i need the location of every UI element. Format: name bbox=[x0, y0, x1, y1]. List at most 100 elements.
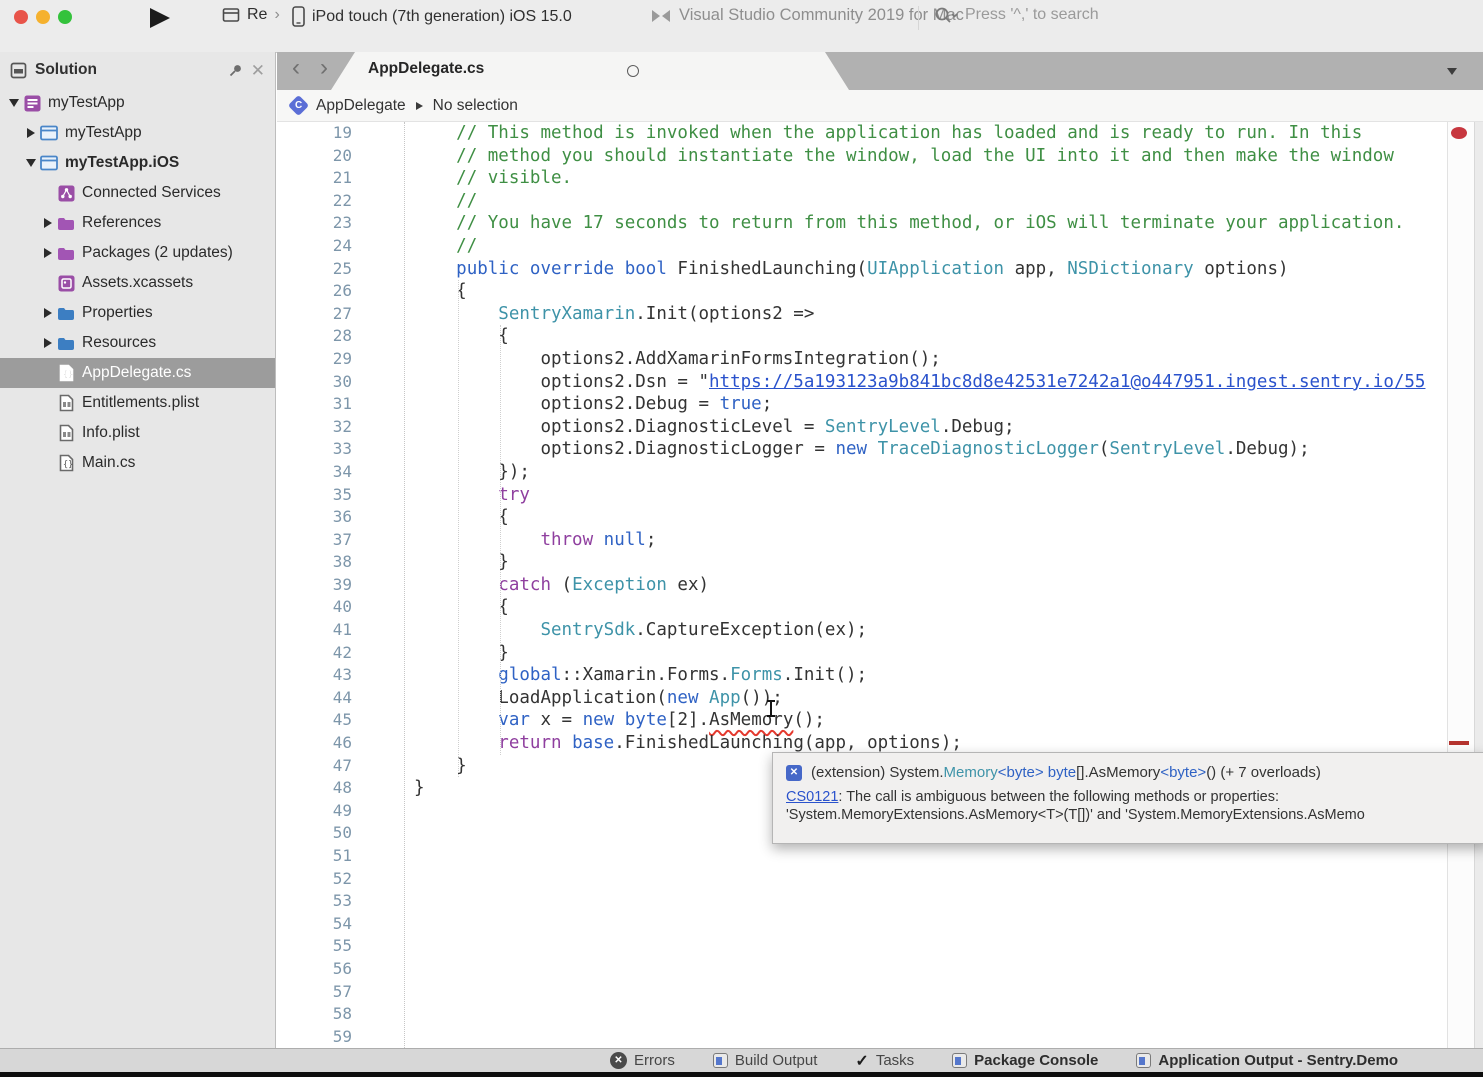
code-editor[interactable]: 19 // This method is invoked when the ap… bbox=[277, 122, 1447, 1048]
tree-item-appdelegate-cs[interactable]: {}AppDelegate.cs bbox=[0, 358, 275, 388]
solution-pad-title: Solution bbox=[35, 61, 97, 79]
chevron-right-icon[interactable] bbox=[40, 308, 56, 318]
run-button[interactable] bbox=[148, 7, 172, 29]
chevron-right-icon[interactable] bbox=[40, 218, 56, 228]
code-token: options2.DiagnosticLevel = bbox=[540, 417, 824, 437]
pad-errors[interactable]: ✕Errors bbox=[610, 1052, 675, 1069]
search-icon bbox=[934, 6, 958, 24]
device-label: iPod touch (7th generation) iOS 15.0 bbox=[312, 8, 572, 26]
line-number: 45 bbox=[277, 709, 352, 732]
code-line-54: 54 bbox=[277, 913, 1447, 936]
tree-item-packages-2-updates-[interactable]: Packages (2 updates) bbox=[0, 238, 275, 268]
solution-pad-header: Solution ✕ bbox=[0, 52, 275, 88]
link-text[interactable]: CS0121 bbox=[786, 789, 838, 805]
code-token: // This method is invoked when the appli… bbox=[456, 123, 1362, 143]
breadcrumb-selection[interactable]: No selection bbox=[433, 97, 518, 115]
code-token: TraceDiagnosticLogger bbox=[878, 439, 1099, 459]
code-token: NSDictionary bbox=[1067, 259, 1193, 279]
code-token: return bbox=[498, 733, 561, 753]
line-number: 38 bbox=[277, 551, 352, 574]
code-token: // method you should instantiate the win… bbox=[456, 146, 1394, 166]
code-token: ()); bbox=[741, 688, 783, 708]
vs-mac-window: Re › iPod touch (7th generation) iOS 15.… bbox=[0, 0, 1483, 1077]
pad-tasks[interactable]: ✓Tasks bbox=[855, 1051, 914, 1071]
tab-title: AppDelegate.cs bbox=[368, 60, 484, 78]
code-line-41: 41 SentrySdk.CaptureException(ex); bbox=[277, 619, 1447, 642]
code-token bbox=[698, 688, 709, 708]
line-number: 33 bbox=[277, 438, 352, 461]
code-token bbox=[562, 733, 573, 753]
line-number: 41 bbox=[277, 619, 352, 642]
editor-scrollbar[interactable] bbox=[1447, 122, 1475, 1048]
code-line-22: 22 // bbox=[277, 190, 1447, 213]
tree-item-mytestapp[interactable]: myTestApp bbox=[0, 118, 275, 148]
code-line-32: 32 options2.DiagnosticLevel = SentryLeve… bbox=[277, 416, 1447, 439]
svg-text:{}: {} bbox=[63, 460, 73, 470]
code-line-27: 27 SentryXamarin.Init(options2 => bbox=[277, 303, 1447, 326]
line-number: 44 bbox=[277, 687, 352, 710]
line-number: 51 bbox=[277, 845, 352, 868]
navigate-forward-button[interactable]: › bbox=[311, 54, 337, 82]
tree-item-mytestapp[interactable]: myTestApp bbox=[0, 88, 275, 118]
tab-appdelegate[interactable]: AppDelegate.cs bbox=[331, 52, 849, 90]
chevron-down-icon[interactable] bbox=[6, 99, 22, 107]
folder-blue-icon bbox=[57, 336, 75, 351]
code-token bbox=[867, 439, 878, 459]
line-number: 53 bbox=[277, 890, 352, 913]
pad-label: Build Output bbox=[735, 1052, 818, 1069]
tree-item-properties[interactable]: Properties bbox=[0, 298, 275, 328]
solution-icon bbox=[24, 95, 41, 112]
code-line-33: 33 options2.DiagnosticLogger = new Trace… bbox=[277, 438, 1447, 461]
code-line-40: 40 { bbox=[277, 596, 1447, 619]
chevron-down-icon[interactable] bbox=[23, 159, 39, 167]
errors-icon: ✕ bbox=[610, 1052, 627, 1069]
search-field[interactable]: Press '^,' to search bbox=[934, 6, 1099, 24]
breadcrumb: C AppDelegate No selection bbox=[277, 90, 1483, 122]
close-window-button[interactable] bbox=[14, 10, 28, 24]
solution-pad-icon bbox=[10, 62, 27, 79]
pin-pad-icon[interactable] bbox=[228, 63, 243, 78]
line-number: 31 bbox=[277, 393, 352, 416]
chevron-right-icon[interactable] bbox=[40, 248, 56, 258]
code-token: throw bbox=[540, 530, 593, 550]
pad-application-output-sentry-demo[interactable]: Application Output - Sentry.Demo bbox=[1136, 1052, 1398, 1069]
tab-modified-indicator-icon bbox=[627, 65, 639, 77]
tree-item-mytestapp-ios[interactable]: myTestApp.iOS bbox=[0, 148, 275, 178]
pad-label: Package Console bbox=[974, 1052, 1098, 1069]
tree-item-assets-xcassets[interactable]: Assets.xcassets bbox=[0, 268, 275, 298]
bottom-pad-bar: ✕Errors Build Output ✓Tasks Package Console… bbox=[0, 1048, 1483, 1072]
code-token: [2]. bbox=[667, 710, 709, 730]
indent-guide bbox=[458, 280, 459, 777]
code-token: [].AsMemory bbox=[1076, 764, 1160, 781]
navigate-back-button[interactable]: ‹ bbox=[283, 54, 309, 82]
link-text[interactable]: https://5a193123a9b841bc8d8e42531e7242a1… bbox=[709, 372, 1425, 392]
code-line-45: 45 var x = new byte[2].AsMemory(); bbox=[277, 709, 1447, 732]
code-token: ex) bbox=[667, 575, 709, 595]
phone-icon bbox=[292, 6, 305, 27]
tree-item-entitlements-plist[interactable]: Entitlements.plist bbox=[0, 388, 275, 418]
close-pad-icon[interactable]: ✕ bbox=[251, 63, 265, 78]
chevron-right-icon[interactable] bbox=[40, 338, 56, 348]
device-selector[interactable]: iPod touch (7th generation) iOS 15.0 bbox=[292, 6, 572, 27]
tree-item-main-cs[interactable]: {}Main.cs bbox=[0, 448, 275, 478]
code-line-21: 21 // visible. bbox=[277, 167, 1447, 190]
chevron-right-icon[interactable] bbox=[23, 128, 39, 138]
visual-studio-logo-icon bbox=[650, 7, 672, 25]
minimize-window-button[interactable] bbox=[36, 10, 50, 24]
code-token: (extension) System. bbox=[811, 764, 944, 781]
breadcrumb-scope[interactable]: AppDelegate bbox=[316, 97, 406, 115]
tree-item-info-plist[interactable]: Info.plist bbox=[0, 418, 275, 448]
solution-tree: myTestAppmyTestAppmyTestApp.iOSConnected… bbox=[0, 88, 275, 478]
solution-pad: Solution ✕ myTestAppmyTestAppmyTestApp.i… bbox=[0, 52, 276, 1048]
pad-build-output[interactable]: Build Output bbox=[713, 1052, 818, 1069]
build-configuration-selector[interactable]: Re › bbox=[222, 6, 280, 24]
line-number: 29 bbox=[277, 348, 352, 371]
tab-list-dropdown-icon[interactable] bbox=[1447, 68, 1457, 75]
tree-item-resources[interactable]: Resources bbox=[0, 328, 275, 358]
code-line-24: 24 // bbox=[277, 235, 1447, 258]
maximize-window-button[interactable] bbox=[58, 10, 72, 24]
tree-item-references[interactable]: References bbox=[0, 208, 275, 238]
tree-item-connected-services[interactable]: Connected Services bbox=[0, 178, 275, 208]
pad-package-console[interactable]: Package Console bbox=[952, 1052, 1098, 1069]
config-chevron: › bbox=[274, 6, 279, 24]
